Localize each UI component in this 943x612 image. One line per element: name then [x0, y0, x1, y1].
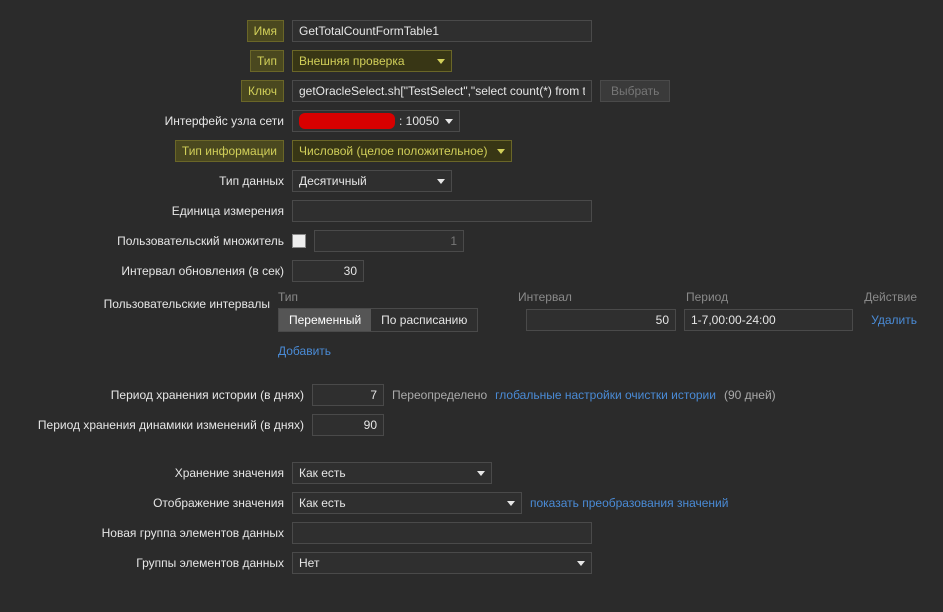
- app-groups-select[interactable]: Нет: [292, 552, 592, 574]
- value-store-select[interactable]: Как есть: [292, 462, 492, 484]
- show-value-map-link[interactable]: показать преобразования значений: [530, 496, 728, 510]
- name-label: Имя: [0, 20, 292, 42]
- interval-period-input[interactable]: [684, 309, 853, 331]
- interval-flexible-button[interactable]: Переменный: [279, 309, 371, 331]
- multiplier-input: [314, 230, 464, 252]
- trends-days-input[interactable]: [312, 414, 384, 436]
- custom-intervals-block: Тип Интервал Период Действие Переменный …: [278, 290, 923, 358]
- app-groups-label: Группы элементов данных: [0, 552, 292, 574]
- history-global-days: (90 дней): [724, 388, 776, 402]
- interval-value-input[interactable]: [526, 309, 676, 331]
- info-type-select[interactable]: Числовой (целое положительное): [292, 140, 512, 162]
- history-days-input[interactable]: [312, 384, 384, 406]
- key-label: Ключ: [0, 80, 292, 102]
- int-head-action: Действие: [853, 290, 923, 304]
- type-label: Тип: [0, 50, 292, 72]
- info-type-label: Тип информации: [0, 140, 292, 162]
- custom-intervals-label: Пользовательские интервалы: [0, 290, 278, 315]
- history-global-link[interactable]: глобальные настройки очистки истории: [495, 388, 716, 402]
- host-interface-label: Интерфейс узла сети: [0, 110, 292, 132]
- history-overridden-text: Переопределено: [392, 388, 487, 402]
- trends-period-label: Период хранения динамики изменений (в дн…: [0, 414, 312, 436]
- type-select[interactable]: Внешняя проверка: [292, 50, 452, 72]
- name-input[interactable]: [292, 20, 592, 42]
- host-ip-redacted: [299, 113, 395, 129]
- host-interface-select[interactable]: : 10050: [292, 110, 460, 132]
- value-show-select[interactable]: Как есть: [292, 492, 522, 514]
- int-head-interval: Интервал: [518, 290, 678, 304]
- key-input[interactable]: [292, 80, 592, 102]
- key-select-button: Выбрать: [600, 80, 670, 102]
- interval-type-segment: Переменный По расписанию: [278, 308, 478, 332]
- int-head-period: Период: [678, 290, 853, 304]
- update-interval-label: Интервал обновления (в сек): [0, 260, 292, 282]
- value-show-label: Отображение значения: [0, 492, 292, 514]
- multiplier-checkbox[interactable]: [292, 234, 306, 248]
- multiplier-label: Пользовательский множитель: [0, 230, 292, 252]
- data-type-select[interactable]: Десятичный: [292, 170, 452, 192]
- unit-input[interactable]: [292, 200, 592, 222]
- history-period-label: Период хранения истории (в днях): [0, 384, 312, 406]
- interval-row: Переменный По расписанию Удалить: [278, 308, 923, 332]
- data-type-label: Тип данных: [0, 170, 292, 192]
- interval-delete-link[interactable]: Удалить: [871, 313, 917, 327]
- value-store-label: Хранение значения: [0, 462, 292, 484]
- update-interval-input[interactable]: [292, 260, 364, 282]
- new-app-group-input[interactable]: [292, 522, 592, 544]
- unit-label: Единица измерения: [0, 200, 292, 222]
- interval-scheduled-button[interactable]: По расписанию: [371, 309, 477, 331]
- host-port: : 10050: [399, 114, 439, 128]
- new-app-group-label: Новая группа элементов данных: [0, 522, 292, 544]
- item-form: Имя Тип Внешняя проверка Ключ Выбрать Ин…: [0, 20, 943, 574]
- int-head-type: Тип: [278, 290, 518, 304]
- interval-add-link[interactable]: Добавить: [278, 344, 331, 358]
